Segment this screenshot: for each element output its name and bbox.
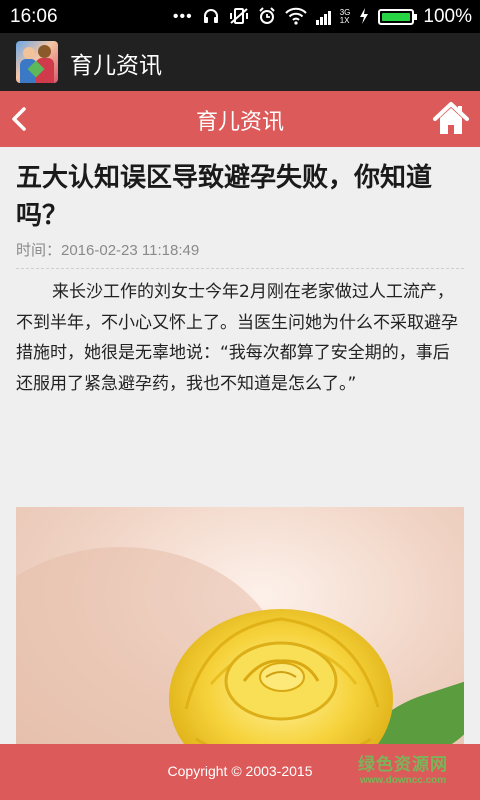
signal-icon [315,9,331,25]
status-icons: ••• 3G 1X 100% [173,6,472,28]
watermark: 绿色资源网 www.downcc.com [344,750,462,786]
dots-icon: ••• [172,8,193,25]
home-button[interactable] [432,100,470,138]
battery-percent: 100% [423,6,472,27]
watermark-url: www.downcc.com [359,775,447,786]
alarm-icon [258,6,276,28]
network-label-bottom: 1X [339,16,350,25]
battery-icon [378,9,418,25]
app-logo [16,41,58,83]
app-title: 育儿资讯 [70,53,162,79]
nav-bar: 育儿资讯 [0,91,480,147]
article-content[interactable]: 五大认知误区导致避孕失败，你知道吗？ 时间：2016-02-23 11:18:4… [0,147,480,744]
vibrate-icon [229,7,249,28]
battery-level [382,13,411,21]
wifi-icon [285,7,307,28]
article-time: 时间：2016-02-23 11:18:49 [16,242,200,259]
nav-title: 育儿资讯 [195,110,284,135]
status-bar: 16:06 ••• 3G 1X 100% [0,0,480,33]
article-body: 来长沙工作的刘女士今年2月刚在老家做过人工流产，不到半年，不小心又怀上了。当医生… [16,282,458,394]
article-image-yellow-rose [16,507,464,744]
yellow-rose [169,609,393,744]
app-bar: 育儿资讯 [0,33,480,91]
footer: Copyright © 2003-2015 绿色资源网 www.downcc.c… [0,744,480,800]
charging-icon [359,7,369,28]
home-icon [433,102,469,134]
watermark-cn: 绿色资源网 [358,755,448,775]
article-title: 五大认知误区导致避孕失败，你知道吗？ [16,163,433,231]
divider [16,268,464,269]
network-type: 3G 1X [340,9,351,25]
status-time: 16:06 [10,6,58,27]
headphones-icon [202,7,220,28]
